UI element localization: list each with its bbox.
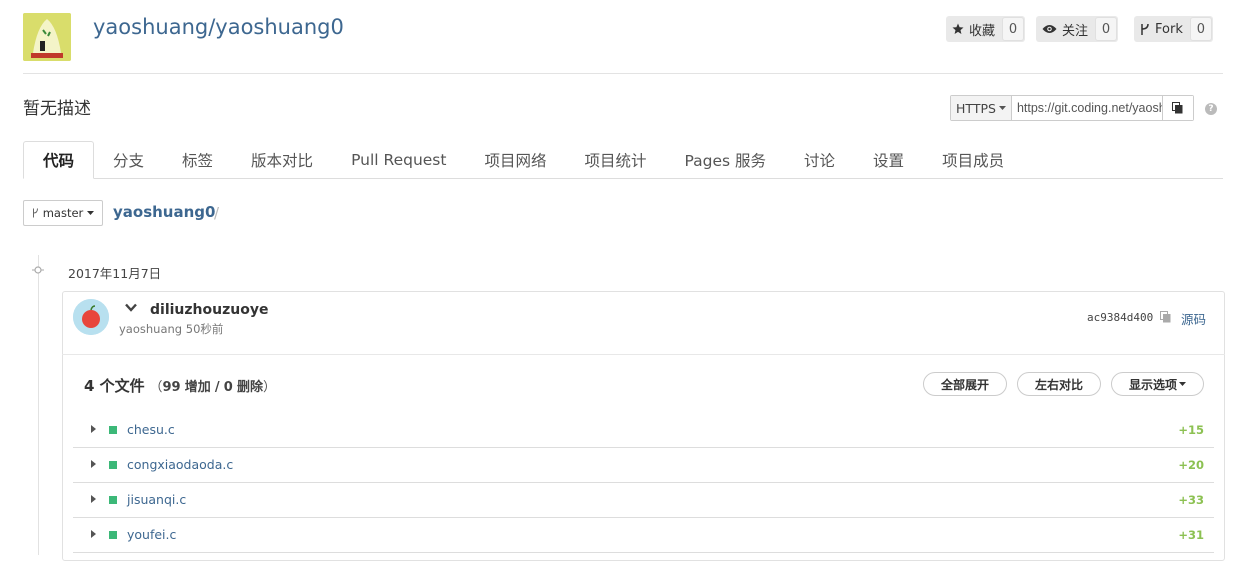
fork-label: Fork [1155,21,1183,37]
caret-right-icon[interactable] [91,495,96,503]
repo-title[interactable]: yaoshuang/yaoshuang0 [93,15,344,39]
eye-icon [1042,25,1057,33]
caret-right-icon[interactable] [91,460,96,468]
file-row[interactable]: chesu.c +15 [73,413,1214,448]
tab-stats[interactable]: 项目统计 [565,141,665,178]
file-additions: +20 [1178,458,1204,472]
file-additions: +31 [1178,528,1204,542]
chevron-down-icon[interactable] [125,303,137,312]
file-additions: +33 [1178,493,1204,507]
commit-node-icon [32,266,44,274]
side-by-side-label: 左右对比 [1034,377,1083,392]
tab-settings[interactable]: 设置 [854,141,923,178]
watch-count: 0 [1095,17,1118,41]
caret-right-icon[interactable] [91,530,96,538]
summary-close-paren: ） [262,380,276,395]
fork-count: 0 [1189,17,1212,41]
header-divider [23,73,1223,74]
commit-hash[interactable]: ac9384d400 [1087,311,1153,324]
summary-open-paren: （ [149,380,163,395]
copy-url-button[interactable] [1161,96,1193,120]
file-additions: +15 [1178,423,1204,437]
tab-compare[interactable]: 版本对比 [232,141,332,178]
file-name[interactable]: youfei.c [127,527,176,542]
copy-icon [1172,102,1183,114]
user-avatar[interactable] [73,299,109,335]
commit-header [62,291,1225,355]
branch-selector[interactable]: master [23,200,103,226]
tab-pages[interactable]: Pages 服务 [666,141,786,178]
commit-meta: yaoshuang 50秒前 [119,322,224,336]
breadcrumb-repo[interactable]: yaoshuang0 [113,203,215,221]
commit-message[interactable]: diliuzhouzuoye [150,302,268,318]
repo-tabs: 代码 分支 标签 版本对比 Pull Request 项目网络 项目统计 Pag… [23,141,1223,179]
display-options-button[interactable]: 显示选项 [1111,372,1204,396]
file-count: 4 个文件 [84,377,145,395]
repo-avatar[interactable] [23,13,71,61]
source-link[interactable]: 源码 [1181,309,1206,328]
deletions-count: 0 [223,380,233,395]
tab-discussion[interactable]: 讨论 [785,141,854,178]
side-by-side-button[interactable]: 左右对比 [1017,372,1101,396]
protocol-label: HTTPS [956,100,996,116]
repo-description: 暂无描述 [23,99,91,119]
file-row[interactable]: youfei.c +31 [73,518,1214,553]
deletions-label: 删除 [236,380,263,395]
watch-label: 关注 [1062,23,1089,39]
file-status-marker [109,461,117,469]
commit-date: 2017年11月7日 [68,266,162,281]
breadcrumb-separator: / [214,204,220,222]
star-count: 0 [1002,17,1025,41]
tab-pull-request[interactable]: Pull Request [332,141,465,178]
star-button[interactable]: 收藏 0 [946,16,1026,42]
branch-icon [32,208,38,218]
diff-summary: 4 个文件 （99 增加 / 0 删除） [84,375,276,396]
file-status-marker [109,426,117,434]
help-icon[interactable]: ? [1205,103,1217,115]
watch-button[interactable]: 关注 0 [1036,16,1119,42]
tab-members[interactable]: 项目成员 [923,141,1023,178]
star-icon [952,23,964,34]
display-options-label: 显示选项 [1128,377,1177,392]
summary-slash: / [214,380,220,395]
file-status-marker [109,496,117,504]
timeline-line [38,255,39,555]
file-row[interactable]: congxiaodaoda.c +20 [73,448,1214,483]
branch-name: master [42,206,84,220]
protocol-select[interactable]: HTTPS [951,96,1012,120]
caret-down-icon [87,211,95,215]
tab-code[interactable]: 代码 [23,141,95,179]
file-status-marker [109,531,117,539]
fork-button[interactable]: Fork 0 [1134,16,1213,42]
caret-right-icon[interactable] [91,425,96,433]
additions-label: 增加 [184,380,211,395]
tab-network[interactable]: 项目网络 [465,141,565,178]
caret-down-icon [998,106,1006,110]
file-name[interactable]: chesu.c [127,422,175,437]
copy-icon[interactable] [1160,311,1171,323]
additions-count: 99 [162,380,181,395]
caret-down-icon [1179,382,1186,386]
tab-branches[interactable]: 分支 [94,141,163,178]
repo-avatar-image [23,13,71,61]
apple-icon [73,299,109,335]
star-label: 收藏 [969,23,996,39]
fork-icon [1141,23,1149,35]
file-name[interactable]: congxiaodaoda.c [127,457,233,472]
file-row[interactable]: jisuanqi.c +33 [73,483,1214,518]
expand-all-button[interactable]: 全部展开 [923,372,1007,396]
tab-tags[interactable]: 标签 [163,141,232,178]
file-name[interactable]: jisuanqi.c [127,492,186,507]
clone-url-input[interactable]: https://git.coding.net/yaoshuang/yaoshua… [1012,96,1162,120]
clone-url-box: HTTPS https://git.coding.net/yaoshuang/y… [950,95,1194,121]
